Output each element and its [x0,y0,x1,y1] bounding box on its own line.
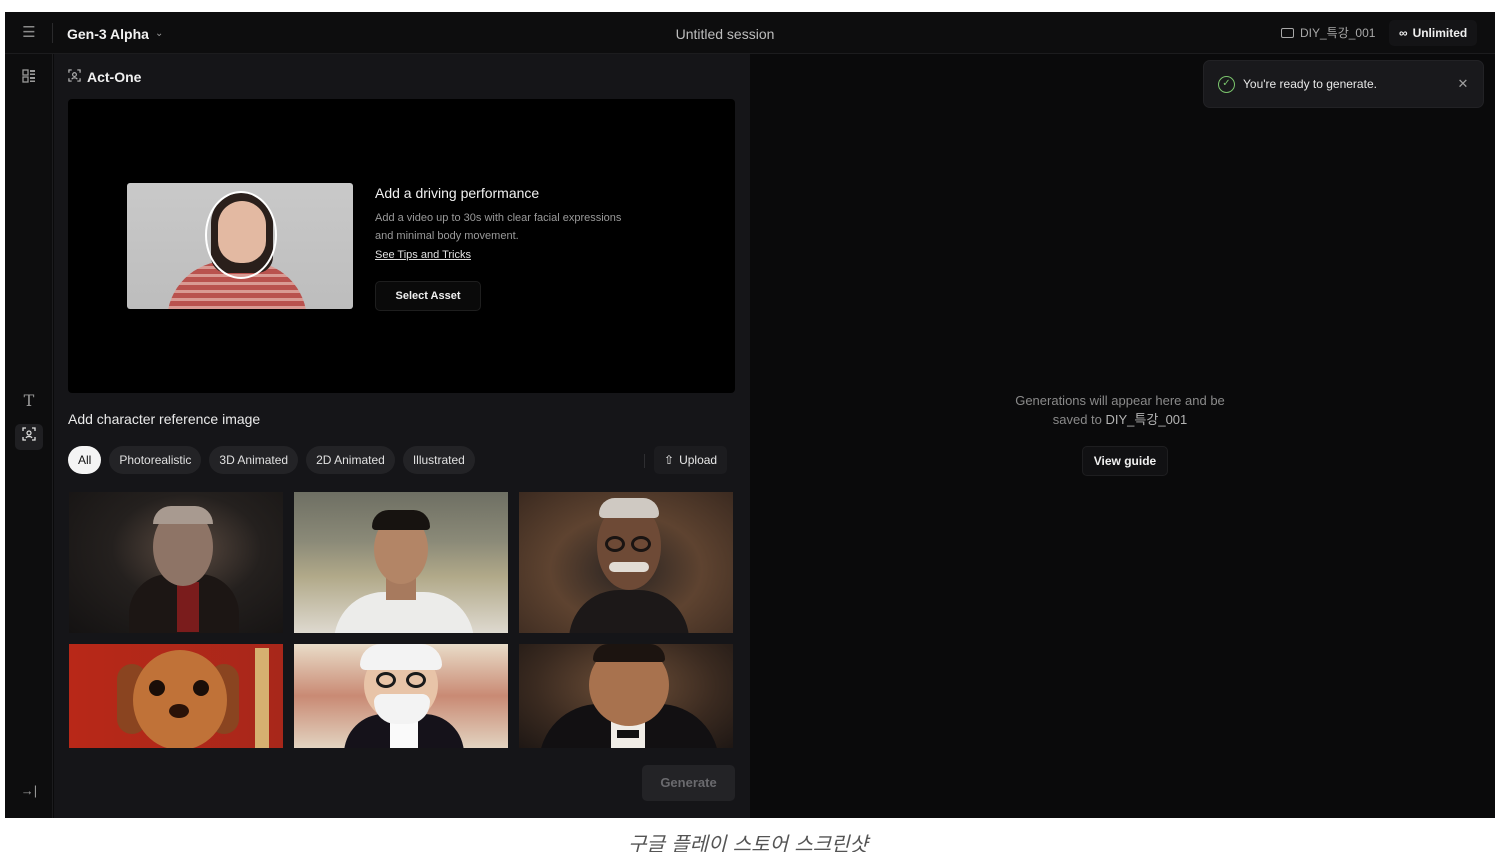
character-thumbnail[interactable] [294,644,508,748]
upload-icon: ⇧ [664,453,675,467]
plan-badge[interactable]: ∞ Unlimited [1389,20,1478,46]
infinity-icon: ∞ [1399,26,1408,40]
driving-example-thumbnail [127,183,353,309]
top-bar: ☰ Gen-3 Alpha ⌄ Untitled session DIY_특강_… [5,12,1495,54]
divider [644,454,645,468]
tips-link[interactable]: See Tips and Tricks [375,249,471,261]
folder-icon [1281,28,1294,38]
generate-button[interactable]: Generate [642,765,735,801]
empty-state-message: Generations will appear here and be save… [970,391,1270,429]
driving-heading: Add a driving performance [375,185,540,201]
filter-all[interactable]: All [68,446,102,474]
panel-title-label: Act-One [87,69,142,85]
text-icon[interactable]: T [15,388,43,414]
filter-illustrated[interactable]: Illustrated [402,446,475,474]
filter-3d-animated[interactable]: 3D Animated [209,446,299,474]
session-title[interactable]: Untitled session [625,23,825,45]
divider [52,23,53,43]
character-thumbnail[interactable] [69,644,283,748]
select-asset-button[interactable]: Select Asset [375,281,481,311]
empty-line-1: Generations will appear here and be [1015,393,1225,408]
act-one-panel: Act-One Add a driving performance Add a … [54,54,750,818]
upload-button[interactable]: ⇧ Upload [654,446,728,474]
empty-line-2: saved to DIY_특강_001 [970,410,1270,429]
empty-folder-name: DIY_특강_001 [1105,412,1188,427]
check-circle-icon: ✓ [1218,76,1235,93]
filter-photorealistic[interactable]: Photorealistic [109,446,202,474]
act-one-icon [68,69,81,85]
ready-toast: ✓ You're ready to generate. ✕ [1203,60,1484,108]
expand-icon[interactable]: →| [15,778,43,804]
assets-icon[interactable] [15,66,43,92]
character-thumbnail[interactable] [69,492,283,633]
character-thumbnail[interactable] [519,644,733,748]
app-window: ☰ Gen-3 Alpha ⌄ Untitled session DIY_특강_… [5,12,1495,818]
plan-label: Unlimited [1412,26,1468,40]
panel-title: Act-One [68,69,141,85]
model-name: Gen-3 Alpha [67,26,149,42]
character-thumbnail[interactable] [294,492,508,633]
style-filters: All Photorealistic 3D Animated 2D Animat… [68,446,475,474]
upload-label: Upload [679,453,718,467]
hamburger-icon[interactable]: ☰ [15,22,43,44]
filter-2d-animated[interactable]: 2D Animated [306,446,395,474]
driving-description: Add a video up to 30s with clear facial … [375,212,622,242]
toast-message: You're ready to generate. [1243,77,1377,91]
left-rail: T →| [5,54,53,818]
character-grid [69,492,735,748]
driving-performance-dropzone[interactable]: Add a driving performance Add a video up… [68,99,735,393]
character-thumbnail[interactable] [519,492,733,633]
driving-info: Add a driving performance Add a video up… [375,185,635,264]
empty-line-2-prefix: saved to [1052,412,1102,427]
face-guide-oval [205,191,277,279]
act-one-icon[interactable] [15,424,43,450]
folder-button[interactable]: DIY_특강_001 [1271,20,1385,46]
folder-name: DIY_특강_001 [1300,26,1376,40]
view-guide-button[interactable]: View guide [1082,446,1168,476]
output-area: ✓ You're ready to generate. ✕ Generation… [750,54,1495,818]
character-reference-label: Add character reference image [68,411,261,427]
model-selector[interactable]: Gen-3 Alpha ⌄ [67,23,163,45]
close-icon[interactable]: ✕ [1454,75,1472,93]
image-caption: 구글 플레이 스토어 스크린샷 [628,832,868,852]
chevron-down-icon: ⌄ [154,28,164,39]
